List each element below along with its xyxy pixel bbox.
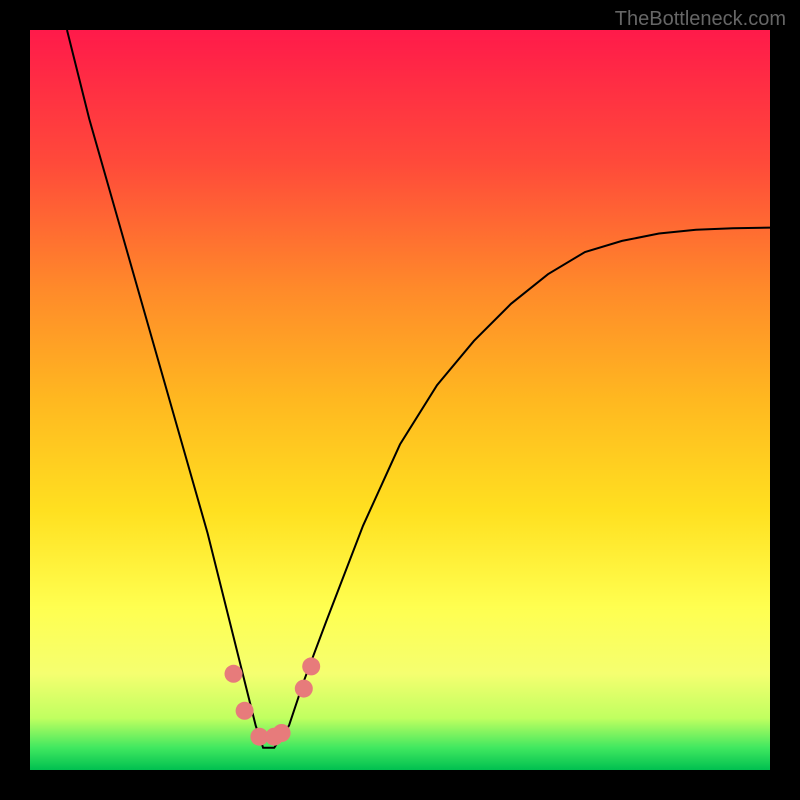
watermark-text: TheBottleneck.com [615, 8, 786, 31]
marker-point [273, 724, 291, 742]
marker-point [236, 702, 254, 720]
chart-svg [30, 30, 770, 770]
marker-point [225, 665, 243, 683]
chart-area [30, 30, 770, 770]
marker-point [295, 680, 313, 698]
gradient-background [30, 30, 770, 770]
marker-point [302, 657, 320, 675]
